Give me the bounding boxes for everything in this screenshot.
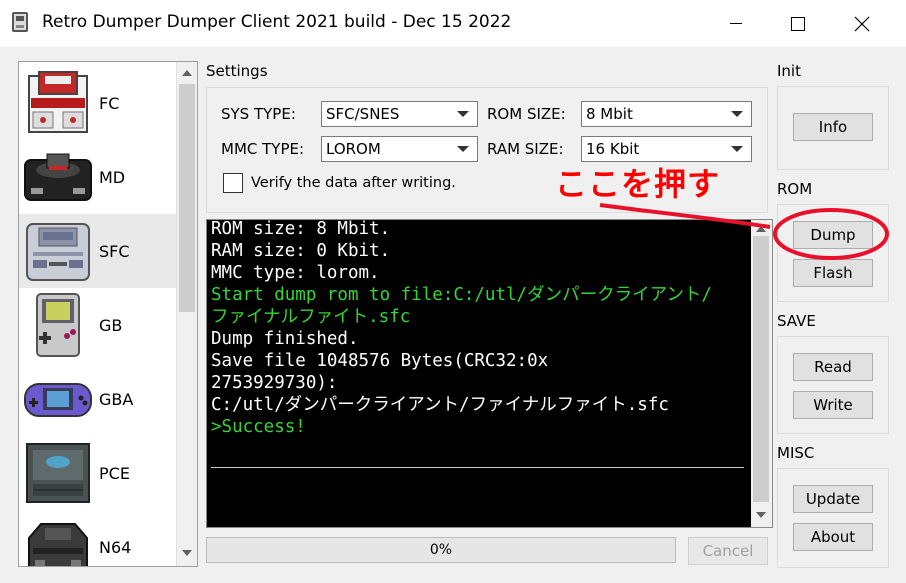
rom-title: ROM — [777, 180, 813, 198]
scroll-up-icon[interactable] — [181, 68, 193, 78]
sys-type-value: SFC/SNES — [326, 105, 400, 123]
log-line: >Success! — [211, 417, 306, 437]
read-button[interactable]: Read — [793, 353, 873, 381]
scroll-up-icon[interactable] — [755, 224, 767, 234]
app-icon — [12, 12, 28, 32]
misc-group: Update About — [777, 468, 889, 568]
scroll-down-icon[interactable] — [181, 548, 193, 558]
mmc-type-select[interactable]: LOROM — [321, 136, 478, 162]
settings-title: Settings — [206, 62, 268, 80]
write-button[interactable]: Write — [793, 391, 873, 419]
init-group: Info — [777, 86, 889, 170]
log-line: ファイナルファイト.sfc — [211, 307, 411, 327]
save-title: SAVE — [777, 312, 816, 330]
log-scrollbar[interactable] — [751, 220, 772, 527]
mega-drive-icon — [24, 153, 92, 201]
annotation-text: ここを押す — [555, 165, 721, 203]
log-line: Dump finished. — [211, 329, 359, 349]
console-list[interactable]: FC MD SFC GB GBA PCE N64 — [18, 61, 198, 567]
rom-group: Dump Flash — [777, 204, 889, 302]
console-item-gba[interactable]: GBA — [19, 362, 177, 436]
log-line: 2753929730): — [211, 373, 338, 393]
sys-type-label: SYS TYPE: — [221, 105, 296, 123]
mmc-type-label: MMC TYPE: — [221, 140, 305, 158]
log-line: C:/utl/ダンパークライアント/ファイナルファイト.sfc — [211, 395, 669, 415]
init-title: Init — [777, 62, 801, 80]
log-line: Save file 1048576 Bytes(CRC32:0x — [211, 351, 549, 371]
cancel-button[interactable]: Cancel — [688, 537, 768, 565]
console-item-fc[interactable]: FC — [19, 66, 177, 140]
rom-size-value: 8 Mbit — [586, 105, 633, 123]
minimize-button[interactable] — [706, 0, 766, 47]
title-bar: Retro Dumper Dumper Client 2021 build - … — [0, 0, 906, 47]
log-line: ROM size: 8 Mbit. — [211, 219, 391, 239]
console-label: SFC — [99, 241, 130, 261]
sys-type-select[interactable]: SFC/SNES — [321, 101, 478, 127]
console-item-sfc[interactable]: SFC — [19, 214, 177, 288]
console-label: N64 — [99, 537, 132, 557]
mmc-type-value: LOROM — [326, 140, 381, 158]
close-button[interactable] — [832, 0, 892, 47]
scroll-down-icon[interactable] — [755, 510, 767, 520]
close-icon — [854, 16, 870, 31]
log-console[interactable]: ROM size: 8 Mbit. RAM size: 0 Kbit. MMC ty… — [206, 219, 773, 528]
progress-text: 0% — [429, 542, 453, 558]
console-item-md[interactable]: MD — [19, 140, 177, 214]
about-button[interactable]: About — [793, 523, 873, 551]
log-separator — [211, 467, 744, 468]
rom-size-label: ROM SIZE: — [487, 105, 566, 123]
famicom-icon — [28, 71, 88, 133]
chevron-down-icon — [457, 146, 469, 152]
console-label: GBA — [99, 389, 134, 409]
console-item-n64[interactable]: N64 — [19, 510, 177, 566]
log-text: ROM size: 8 Mbit. RAM size: 0 Kbit. MMC ty… — [211, 218, 747, 438]
rom-size-select[interactable]: 8 Mbit — [581, 101, 752, 127]
save-group: Read Write — [777, 336, 889, 434]
console-item-pce[interactable]: PCE — [19, 436, 177, 510]
game-boy-advance-icon — [24, 383, 92, 417]
console-label: GB — [99, 315, 123, 335]
super-famicom-icon — [26, 223, 90, 281]
console-list-scrollbar[interactable] — [176, 62, 197, 566]
update-button[interactable]: Update — [793, 485, 873, 513]
chevron-down-icon — [731, 146, 743, 152]
misc-title: MISC — [777, 444, 815, 462]
log-line: Start dump rom to file:C:/utl/ダンパークライアント… — [211, 285, 712, 305]
console-item-gb[interactable]: GB — [19, 288, 177, 362]
log-scroll-thumb[interactable] — [753, 236, 769, 502]
window-title: Retro Dumper Dumper Client 2021 build - … — [42, 12, 512, 32]
flash-button[interactable]: Flash — [793, 259, 873, 287]
chevron-down-icon — [457, 111, 469, 117]
dump-button[interactable]: Dump — [793, 221, 873, 249]
ram-size-value: 16 Kbit — [586, 140, 640, 158]
nintendo-64-icon — [28, 523, 88, 566]
verify-checkbox[interactable] — [223, 173, 243, 193]
progress-bar: 0% — [206, 537, 676, 563]
chevron-down-icon — [731, 111, 743, 117]
pc-engine-icon — [26, 443, 90, 503]
ram-size-label: RAM SIZE: — [487, 140, 564, 158]
console-label: FC — [99, 93, 120, 113]
log-line: MMC type: lorom. — [211, 263, 380, 283]
console-list-scroll-thumb[interactable] — [179, 84, 195, 312]
log-line: RAM size: 0 Kbit. — [211, 241, 391, 261]
client-area: FC MD SFC GB GBA PCE N64 Settings SYS TY… — [0, 47, 906, 583]
game-boy-icon — [36, 293, 80, 357]
console-label: PCE — [99, 463, 130, 483]
maximize-button[interactable] — [768, 0, 828, 47]
verify-label: Verify the data after writing. — [251, 175, 456, 191]
console-label: MD — [99, 167, 126, 187]
info-button[interactable]: Info — [793, 113, 873, 141]
